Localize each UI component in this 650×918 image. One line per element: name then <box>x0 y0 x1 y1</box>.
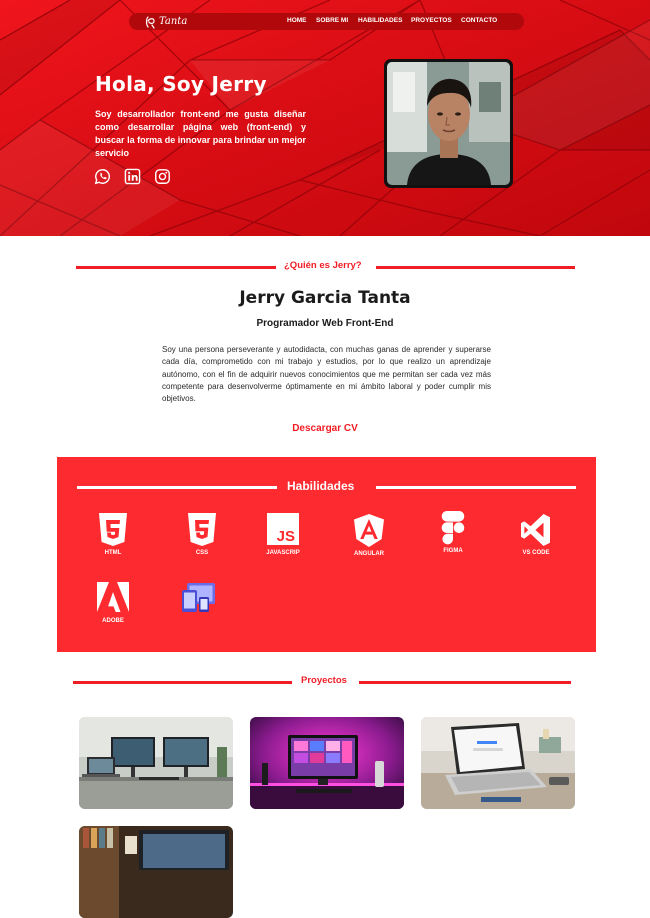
nav-link-habilidades[interactable]: HABILIDADES <box>358 17 402 24</box>
brand-logo-text: Tanta <box>159 16 188 27</box>
javascript-icon: JS <box>267 513 299 545</box>
hero-description: Soy desarrollador front-end me gusta dis… <box>95 109 306 158</box>
skill-label: FIGMA <box>443 548 463 554</box>
nav-link-sobre-mi[interactable]: SOBRE MI <box>316 17 348 24</box>
main-navbar: Tanta HOME SOBRE MI HABILIDADES PROYECTO… <box>129 13 524 30</box>
hero-section: Tanta HOME SOBRE MI HABILIDADES PROYECTO… <box>0 0 650 236</box>
skills-heading: Habilidades <box>77 479 576 494</box>
brand-logo[interactable]: Tanta <box>145 14 187 29</box>
skill-css: CSS <box>167 512 237 556</box>
social-links <box>94 168 171 185</box>
about-name: Jerry Garcia Tanta <box>239 288 411 308</box>
heading-divider-left <box>76 266 276 269</box>
about-role: Programador Web Front-End <box>256 318 394 329</box>
about-text: Soy una persona perseverante y autodidac… <box>162 345 491 404</box>
whatsapp-icon <box>94 169 110 185</box>
download-cv-link[interactable]: Descargar CV <box>0 423 650 434</box>
skill-label: HTML <box>104 550 122 556</box>
skill-label: ADOBE <box>102 618 124 624</box>
projects-heading-title: Proyectos <box>301 675 347 686</box>
instagram-icon <box>155 169 170 184</box>
skill-adobe: ADOBE <box>78 580 148 624</box>
heading-divider-left <box>73 681 292 684</box>
profile-photo-frame <box>384 59 513 188</box>
html5-icon <box>99 513 127 546</box>
project-desk-monitors-thumbnail <box>79 717 233 809</box>
skill-vscode: VS CODE <box>501 512 571 556</box>
profile-photo <box>387 62 510 185</box>
svg-text:JS: JS <box>277 528 295 545</box>
heading-divider-right <box>376 266 575 269</box>
projects-heading: Proyectos <box>73 675 571 689</box>
project-card-1[interactable] <box>79 717 233 809</box>
css3-icon <box>188 513 216 546</box>
skill-javascript: JS JAVASCRIP <box>248 512 318 556</box>
skill-html: HTML <box>78 512 148 556</box>
figma-icon <box>441 511 465 545</box>
heading-divider-left <box>77 486 277 489</box>
skill-label: VS CODE <box>522 550 550 556</box>
nav-link-contacto[interactable]: CONTACTO <box>461 17 497 24</box>
linkedin-link[interactable] <box>124 168 141 185</box>
project-card-2[interactable] <box>250 717 404 809</box>
about-heading: ¿Quién es Jerry? <box>76 260 575 274</box>
nav-link-home[interactable]: HOME <box>287 17 307 24</box>
skills-section: Habilidades HTML CSS JS JAVASCRIP ANGULA… <box>57 457 596 652</box>
project-laptop-books-thumbnail <box>79 826 233 918</box>
code-signature-icon <box>145 15 155 29</box>
skill-responsive <box>163 580 233 618</box>
about-heading-title: ¿Quién es Jerry? <box>284 260 362 271</box>
skills-heading-title: Habilidades <box>287 479 355 493</box>
project-neon-setup-thumbnail <box>250 717 404 809</box>
project-card-4[interactable] <box>79 826 233 918</box>
hero-title: Hola, Soy Jerry <box>95 72 267 96</box>
heading-divider-right <box>376 486 576 489</box>
angular-icon <box>354 514 384 547</box>
instagram-link[interactable] <box>154 168 171 185</box>
project-laptop-google-thumbnail <box>421 717 575 809</box>
vscode-icon <box>521 514 550 546</box>
heading-divider-right <box>359 681 571 684</box>
adobe-icon <box>97 582 129 612</box>
skill-label: ANGULAR <box>354 551 384 557</box>
responsive-devices-icon <box>182 583 215 612</box>
project-card-3[interactable] <box>421 717 575 809</box>
whatsapp-link[interactable] <box>94 168 111 185</box>
skill-figma: FIGMA <box>418 510 488 554</box>
linkedin-icon <box>124 168 141 185</box>
skill-label: CSS <box>195 550 209 556</box>
skill-label: JAVASCRIP <box>266 550 300 556</box>
nav-link-proyectos[interactable]: PROYECTOS <box>411 17 452 24</box>
skill-angular: ANGULAR <box>334 513 404 557</box>
